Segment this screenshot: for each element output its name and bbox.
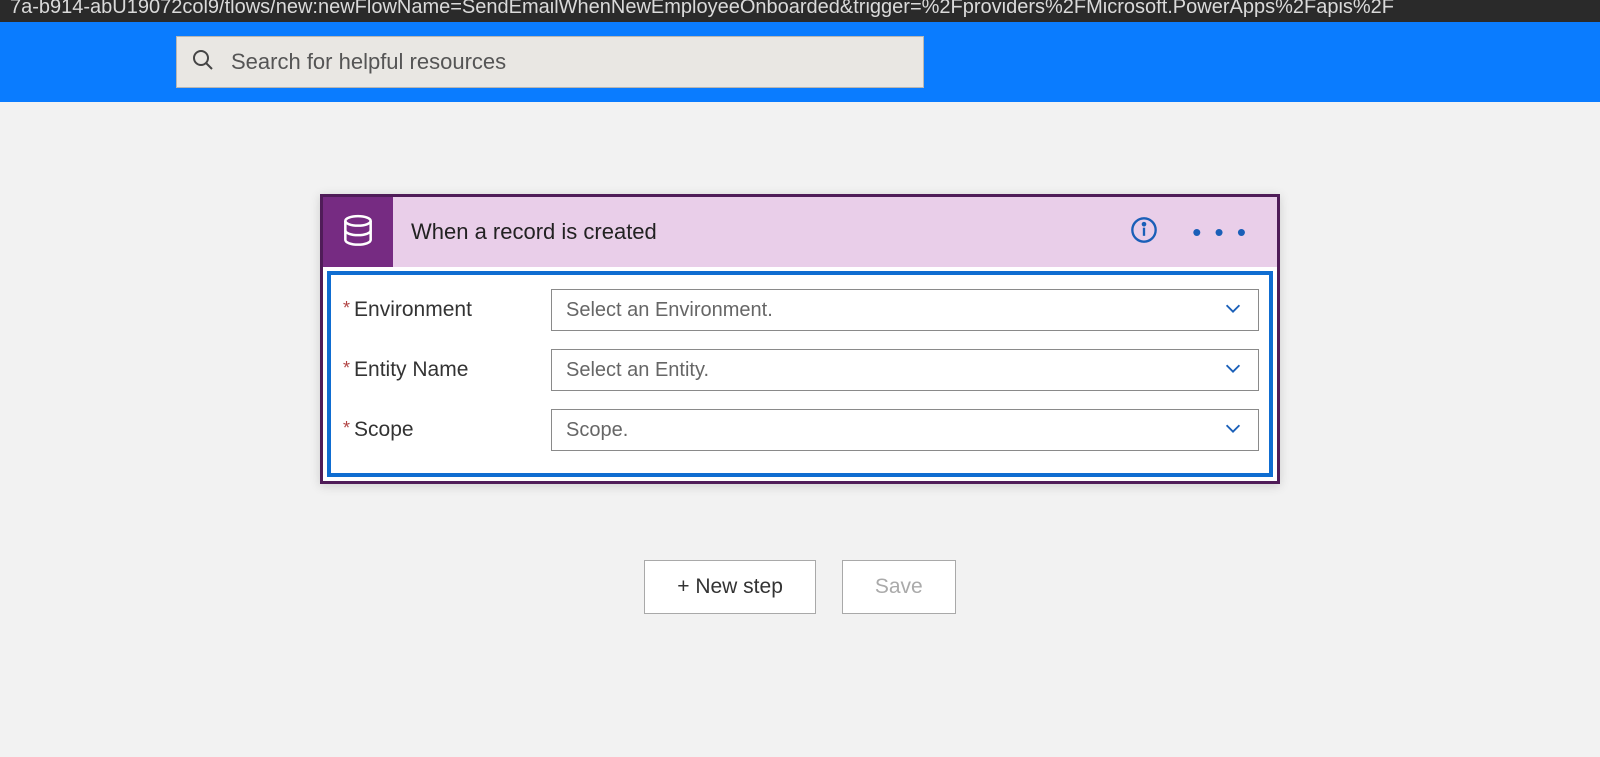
top-command-bar: [0, 22, 1600, 102]
scope-select[interactable]: Scope.: [551, 409, 1259, 451]
scope-placeholder: Scope.: [566, 419, 628, 442]
trigger-title: When a record is created: [411, 219, 1130, 245]
required-marker: *: [343, 418, 350, 439]
param-row-scope: * Scope Scope.: [341, 409, 1259, 451]
param-row-environment: * Environment Select an Environment.: [341, 289, 1259, 331]
flow-action-buttons: + New step Save: [644, 560, 956, 614]
trigger-card: When a record is created • • • * Environ…: [320, 194, 1280, 484]
browser-url-bar: 7a-b914-abU19072col9/tlows/new:newFlowNa…: [0, 0, 1600, 22]
chevron-down-icon: [1222, 417, 1244, 444]
param-label-environment: Environment: [354, 298, 472, 322]
save-button[interactable]: Save: [842, 560, 956, 614]
cds-connector-icon: [323, 197, 393, 267]
entity-select[interactable]: Select an Entity.: [551, 349, 1259, 391]
new-step-button[interactable]: + New step: [644, 560, 816, 614]
param-row-entity: * Entity Name Select an Entity.: [341, 349, 1259, 391]
global-search[interactable]: [176, 36, 924, 88]
chevron-down-icon: [1222, 357, 1244, 384]
param-label-scope: Scope: [354, 418, 414, 442]
chevron-down-icon: [1222, 297, 1244, 324]
info-icon[interactable]: [1130, 216, 1158, 249]
required-marker: *: [343, 358, 350, 379]
environment-placeholder: Select an Environment.: [566, 299, 773, 322]
trigger-card-header[interactable]: When a record is created • • •: [323, 197, 1277, 267]
trigger-parameters: * Environment Select an Environment. * E…: [327, 271, 1273, 477]
param-label-entity: Entity Name: [354, 358, 468, 382]
more-menu-icon[interactable]: • • •: [1192, 227, 1249, 237]
entity-placeholder: Select an Entity.: [566, 359, 709, 382]
search-input[interactable]: [231, 49, 909, 75]
search-icon: [191, 48, 215, 77]
required-marker: *: [343, 298, 350, 319]
flow-canvas: When a record is created • • • * Environ…: [0, 102, 1600, 614]
environment-select[interactable]: Select an Environment.: [551, 289, 1259, 331]
